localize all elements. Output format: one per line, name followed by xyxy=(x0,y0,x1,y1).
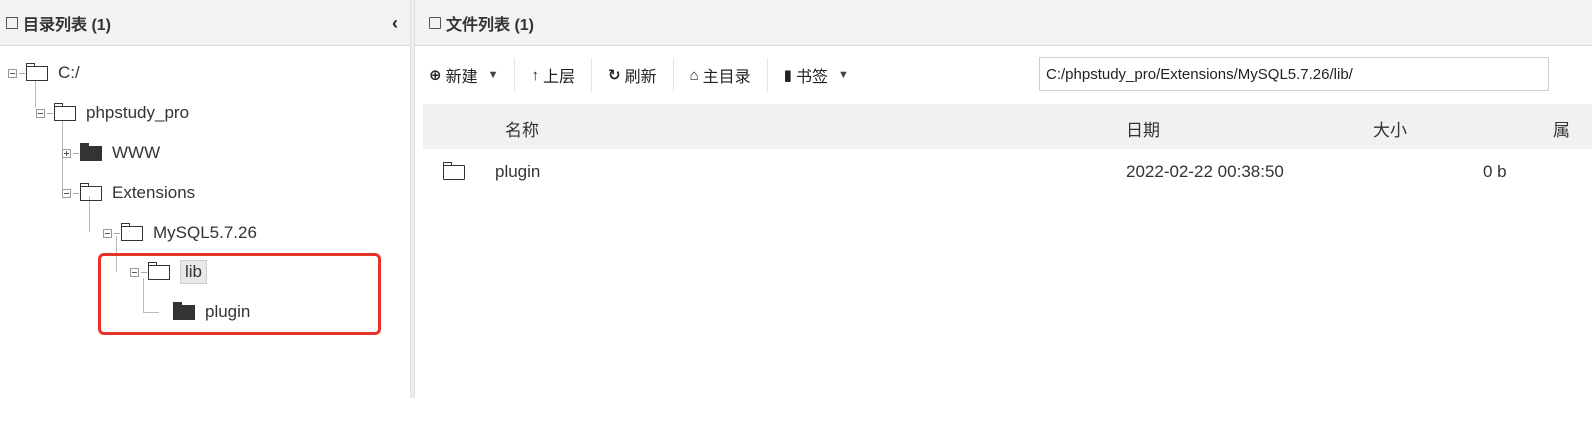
collapse-toggle-icon[interactable] xyxy=(36,108,45,118)
tree-node-phpstudy-pro[interactable]: phpstudy_pro xyxy=(36,100,189,126)
tree-node-extensions[interactable]: Extensions xyxy=(62,180,195,206)
table-row[interactable]: plugin 2022-02-22 00:38:50 0 b xyxy=(423,149,1592,197)
tree-node-c-drive[interactable]: C:/ xyxy=(8,60,80,86)
tree-node-label: C:/ xyxy=(58,63,80,82)
path-input[interactable] xyxy=(1039,57,1549,91)
column-header-date[interactable]: 日期 xyxy=(1126,116,1160,141)
bookmark-button-label: 书签 xyxy=(795,69,828,86)
folder-icon xyxy=(442,162,465,180)
collapse-button[interactable]: ‹ xyxy=(392,13,398,34)
directory-panel-title: 目录列表 (1) xyxy=(23,16,112,34)
column-header-size[interactable]: 大小 xyxy=(1373,116,1407,141)
home-button[interactable]: ⌂ 主目录 xyxy=(674,58,768,92)
tree-node-mysql[interactable]: MySQL5.7.26 xyxy=(103,220,257,246)
up-button[interactable]: ↑ 上层 xyxy=(515,58,592,92)
home-icon: ⌂ xyxy=(689,66,699,84)
folder-closed-icon xyxy=(80,142,102,161)
tree-node-label: MySQL5.7.26 xyxy=(153,223,257,242)
new-button-label: 新建 xyxy=(445,69,478,86)
expand-toggle-icon[interactable] xyxy=(62,148,71,158)
file-name: plugin xyxy=(495,162,541,181)
folder-open-icon xyxy=(53,102,76,121)
folder-open-icon xyxy=(25,62,48,81)
file-list-header: 文件列表 (1) xyxy=(415,0,1592,46)
file-list-panel: 文件列表 (1) ⊕ 新建 ▼ ↑ 上层 ↻ 刷新 ⌂ 主目录 ▮ 书签 ▼ 名… xyxy=(415,0,1592,442)
file-date: 2022-02-22 00:38:50 xyxy=(1126,162,1284,181)
file-size: 0 b xyxy=(1483,162,1507,181)
tree-node-label: phpstudy_pro xyxy=(86,103,190,122)
collapse-toggle-icon[interactable] xyxy=(62,188,71,198)
tree-node-label: WWW xyxy=(112,143,161,162)
folder-open-icon xyxy=(79,182,102,201)
home-button-label: 主目录 xyxy=(702,69,751,86)
arrow-up-icon: ↑ xyxy=(531,66,539,84)
column-header-permissions[interactable]: 属 xyxy=(1553,116,1570,141)
folder-open-icon xyxy=(120,222,143,241)
refresh-button[interactable]: ↻ 刷新 xyxy=(592,58,674,92)
file-list-title: 文件列表 (1) xyxy=(446,16,535,34)
plus-circle-icon: ⊕ xyxy=(429,67,442,84)
tree-node-label: Extensions xyxy=(112,183,196,202)
bookmark-icon: ▮ xyxy=(783,67,792,84)
highlight-annotation-box xyxy=(98,253,381,335)
panel-icon xyxy=(6,16,18,29)
toolbar: ⊕ 新建 ▼ ↑ 上层 ↻ 刷新 ⌂ 主目录 ▮ 书签 ▼ xyxy=(415,46,1592,104)
refresh-icon: ↻ xyxy=(608,67,621,84)
chevron-down-icon: ▼ xyxy=(487,69,499,81)
chevron-down-icon: ▼ xyxy=(837,69,849,81)
table-header: 名称 日期 大小 属 xyxy=(423,104,1592,149)
tree-node-www[interactable]: WWW xyxy=(62,140,160,166)
directory-panel: 目录列表 (1) ‹ C:/ phpstudy_pro WWW Extensio… xyxy=(0,0,410,442)
new-button[interactable]: ⊕ 新建 ▼ xyxy=(415,58,516,92)
collapse-toggle-icon[interactable] xyxy=(103,228,112,238)
file-icon xyxy=(429,16,441,29)
bookmark-button[interactable]: ▮ 书签 ▼ xyxy=(768,58,865,92)
directory-panel-header: 目录列表 (1) ‹ xyxy=(0,0,410,46)
collapse-toggle-icon[interactable] xyxy=(8,68,17,78)
column-header-name[interactable]: 名称 xyxy=(505,116,539,141)
refresh-button-label: 刷新 xyxy=(624,69,657,86)
up-button-label: 上层 xyxy=(542,69,575,86)
